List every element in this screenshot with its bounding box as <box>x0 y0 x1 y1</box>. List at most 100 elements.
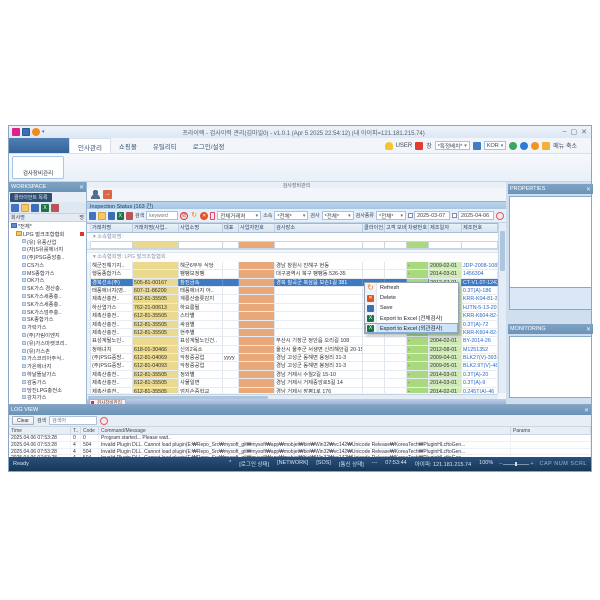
log-column-Params[interactable]: Params <box>511 427 591 434</box>
clear-button[interactable]: Clear <box>12 416 34 425</box>
log-column-Code[interactable]: Code <box>81 427 99 434</box>
date-to-checkbox[interactable] <box>452 213 457 218</box>
close-button[interactable]: ✕ <box>581 128 587 136</box>
tree-item[interactable]: 가락가스 <box>9 323 86 331</box>
save-icon[interactable] <box>31 204 39 212</box>
log-row[interactable]: 2025.04.06 07:53:2800Program started... … <box>9 435 591 442</box>
table-row[interactable]: 제촉산충전..612-81-35505사물일면경남 거제시 거제중앙로5길 14… <box>87 379 498 387</box>
globe-icon[interactable] <box>509 142 517 150</box>
tree-item[interactable]: CS가스 <box>9 261 86 269</box>
stop-icon[interactable]: ⊘ <box>180 212 188 220</box>
save-quick-icon[interactable] <box>22 128 30 136</box>
refresh-quick-icon[interactable] <box>32 128 40 136</box>
table-row[interactable]: (주)PSG중방..612-81-04069악창중공업yyyy경남 고성군 동해… <box>87 354 498 362</box>
layout-select[interactable]: *특정배치*▾ <box>435 141 470 150</box>
table-row[interactable]: 청애녀치618-01-30466신의2육소울산시 울주군 서생면 신리해안길 2… <box>87 346 498 354</box>
column-header-c1[interactable]: 거래처명 <box>91 224 133 232</box>
language-select[interactable]: KOR▾ <box>484 141 506 150</box>
tree-item[interactable]: SK가스엄주충.. <box>9 308 86 316</box>
folder-open-icon[interactable] <box>98 212 105 220</box>
collapse-menu-label[interactable]: 메뉴 축소 <box>553 141 577 150</box>
report-icon[interactable] <box>11 204 19 212</box>
tree-item[interactable]: 가스코리아주식.. <box>9 355 86 363</box>
info-icon[interactable] <box>520 142 528 150</box>
person-icon[interactable] <box>91 190 100 199</box>
column-header-c7[interactable]: 클라이언.. <box>363 224 385 232</box>
column-header-c9[interactable]: 차량번호 <box>407 224 429 232</box>
table-row[interactable]: 표성계될노인..표성계될노인건..부산시 기장군 정안읍 오리길 108-200… <box>87 337 498 345</box>
refresh-icon[interactable]: ↻ <box>190 212 198 220</box>
application-button[interactable] <box>9 138 69 153</box>
table-row[interactable]: 제촉산충전..612-81-35505정와별경남 거제시 수월2길 15-10-… <box>87 371 498 379</box>
tree-item[interactable]: SK종합가스 <box>9 316 86 324</box>
filter-row[interactable] <box>87 241 498 250</box>
report-icon[interactable] <box>89 212 96 220</box>
column-header-c11[interactable]: 제조번호 <box>462 224 498 232</box>
column-header-c4[interactable]: 대표 <box>223 224 239 232</box>
ribbon-tab-로그인/설정[interactable]: 로그인/설정 <box>185 138 233 153</box>
log-view-close-icon[interactable]: ✕ <box>584 407 589 414</box>
tree-item[interactable]: (유)가스촌 <box>9 347 86 355</box>
tree-item[interactable]: SK가스세종충.. <box>9 300 86 308</box>
column-header-c8[interactable]: 고객 모바일 <box>385 224 407 232</box>
log-filter-icon[interactable] <box>100 417 108 425</box>
tree-item[interactable]: 하날뜰날가스 <box>9 370 86 378</box>
log-column-T..[interactable]: T.. <box>71 427 81 434</box>
tree-item[interactable]: 감동가스 <box>9 378 86 386</box>
collapse-menu-icon[interactable] <box>542 142 550 150</box>
context-menu-item[interactable]: XExport to Excel (외관검사) <box>365 323 458 333</box>
log-search-input[interactable] <box>49 416 97 425</box>
column-header-c2[interactable]: 거래처명(사업.. <box>133 224 179 232</box>
ribbon-tab-인사관리[interactable]: 인사관리 <box>69 138 111 153</box>
tree-item[interactable]: (유) 유풍산업 <box>9 238 86 246</box>
client-list-tab[interactable]: 클라이언트 목록 <box>10 193 52 202</box>
workspace-close-icon[interactable]: ✕ <box>79 184 84 191</box>
log-column-Command/Message[interactable]: Command/Message <box>99 427 511 434</box>
monitoring-close-icon[interactable]: ✕ <box>586 326 591 333</box>
column-header-c6[interactable]: 검사장소 <box>275 224 363 232</box>
ribbon-tab-유틸리티[interactable]: 유틸리티 <box>145 138 185 153</box>
print-icon[interactable] <box>51 204 59 212</box>
inspection-type-select[interactable]: *전체*▾ <box>376 211 406 220</box>
column-header-c10[interactable]: 제조일자 <box>429 224 462 232</box>
zoom-slider[interactable]: –+ <box>499 461 533 467</box>
grid-vertical-scrollbar[interactable] <box>498 223 506 393</box>
tree-item[interactable]: 강치가스 <box>9 394 86 402</box>
date-from-picker[interactable]: 2025-03-07 <box>408 211 450 220</box>
table-row[interactable]: 제촉산충전..612-81-35505엄지손중학교경남 거제시 장평1로 176… <box>87 388 498 393</box>
context-menu-item[interactable]: Save <box>365 303 458 313</box>
inspection-equipment-button[interactable]: 검사장비관리 <box>12 156 64 179</box>
maximize-button[interactable]: ▢ <box>571 128 578 136</box>
column-header-c3[interactable]: 사업소명 <box>179 224 223 232</box>
context-menu-item[interactable]: ↻Refresh <box>365 283 458 293</box>
clear-icon[interactable]: ✕ <box>200 212 208 220</box>
tree-item[interactable]: MS종합가스 <box>9 269 86 277</box>
table-row[interactable]: (주)PSG중방..612-81-04093악창중공업경남 고성군 동해면 봉정… <box>87 362 498 370</box>
tree-item[interactable]: SK가스세종충.. <box>9 292 86 300</box>
inspection-select[interactable]: *전체*▾ <box>322 211 354 220</box>
table-row[interactable]: 해군진해기지..해군6부두 식당경남 창원시 진해구 현동-2009-02-01… <box>87 262 498 270</box>
tree-item[interactable]: *전체* <box>9 222 86 230</box>
query-icon[interactable] <box>496 212 504 220</box>
tree-item[interactable]: (주)PSG중앙충.. <box>9 253 86 261</box>
exit-icon[interactable]: → <box>103 190 112 199</box>
ribbon-tab-쇼핑몰[interactable]: 쇼핑몰 <box>111 138 145 153</box>
tree-item[interactable]: SK가스 경산충.. <box>9 284 86 292</box>
tree-item[interactable]: (자)S유롤에너지 <box>9 245 86 253</box>
minimize-button[interactable]: – <box>563 128 567 136</box>
excel-icon[interactable]: X <box>41 204 49 212</box>
gear-icon[interactable] <box>531 142 539 150</box>
keyword-input[interactable] <box>146 211 178 220</box>
log-row[interactable]: 2025.04.06 07:53:284504Invalid Plugin DL… <box>9 442 591 449</box>
tree-item[interactable]: (유)가스마켓코리.. <box>9 339 86 347</box>
properties-close-icon[interactable]: ✕ <box>586 186 591 193</box>
tree-item[interactable]: LPG 벌크조합협회 <box>9 230 86 238</box>
context-menu-item[interactable]: XExport to Excel (전체검사) <box>365 313 458 323</box>
tree-item[interactable]: (주)가림이엔지 <box>9 331 86 339</box>
date-to-picker[interactable]: 2025-04-06 <box>452 211 494 220</box>
phone-icon[interactable] <box>210 212 215 220</box>
table-row[interactable]: 행둥종합가스팽팽보정팽대구광역시 북구 팽팽동 526-35-2014-03-0… <box>87 270 498 278</box>
tree-item[interactable]: 가온에너지 <box>9 362 86 370</box>
log-column-Time[interactable]: Time <box>9 427 71 434</box>
tree-item[interactable]: OK가스 <box>9 277 86 285</box>
